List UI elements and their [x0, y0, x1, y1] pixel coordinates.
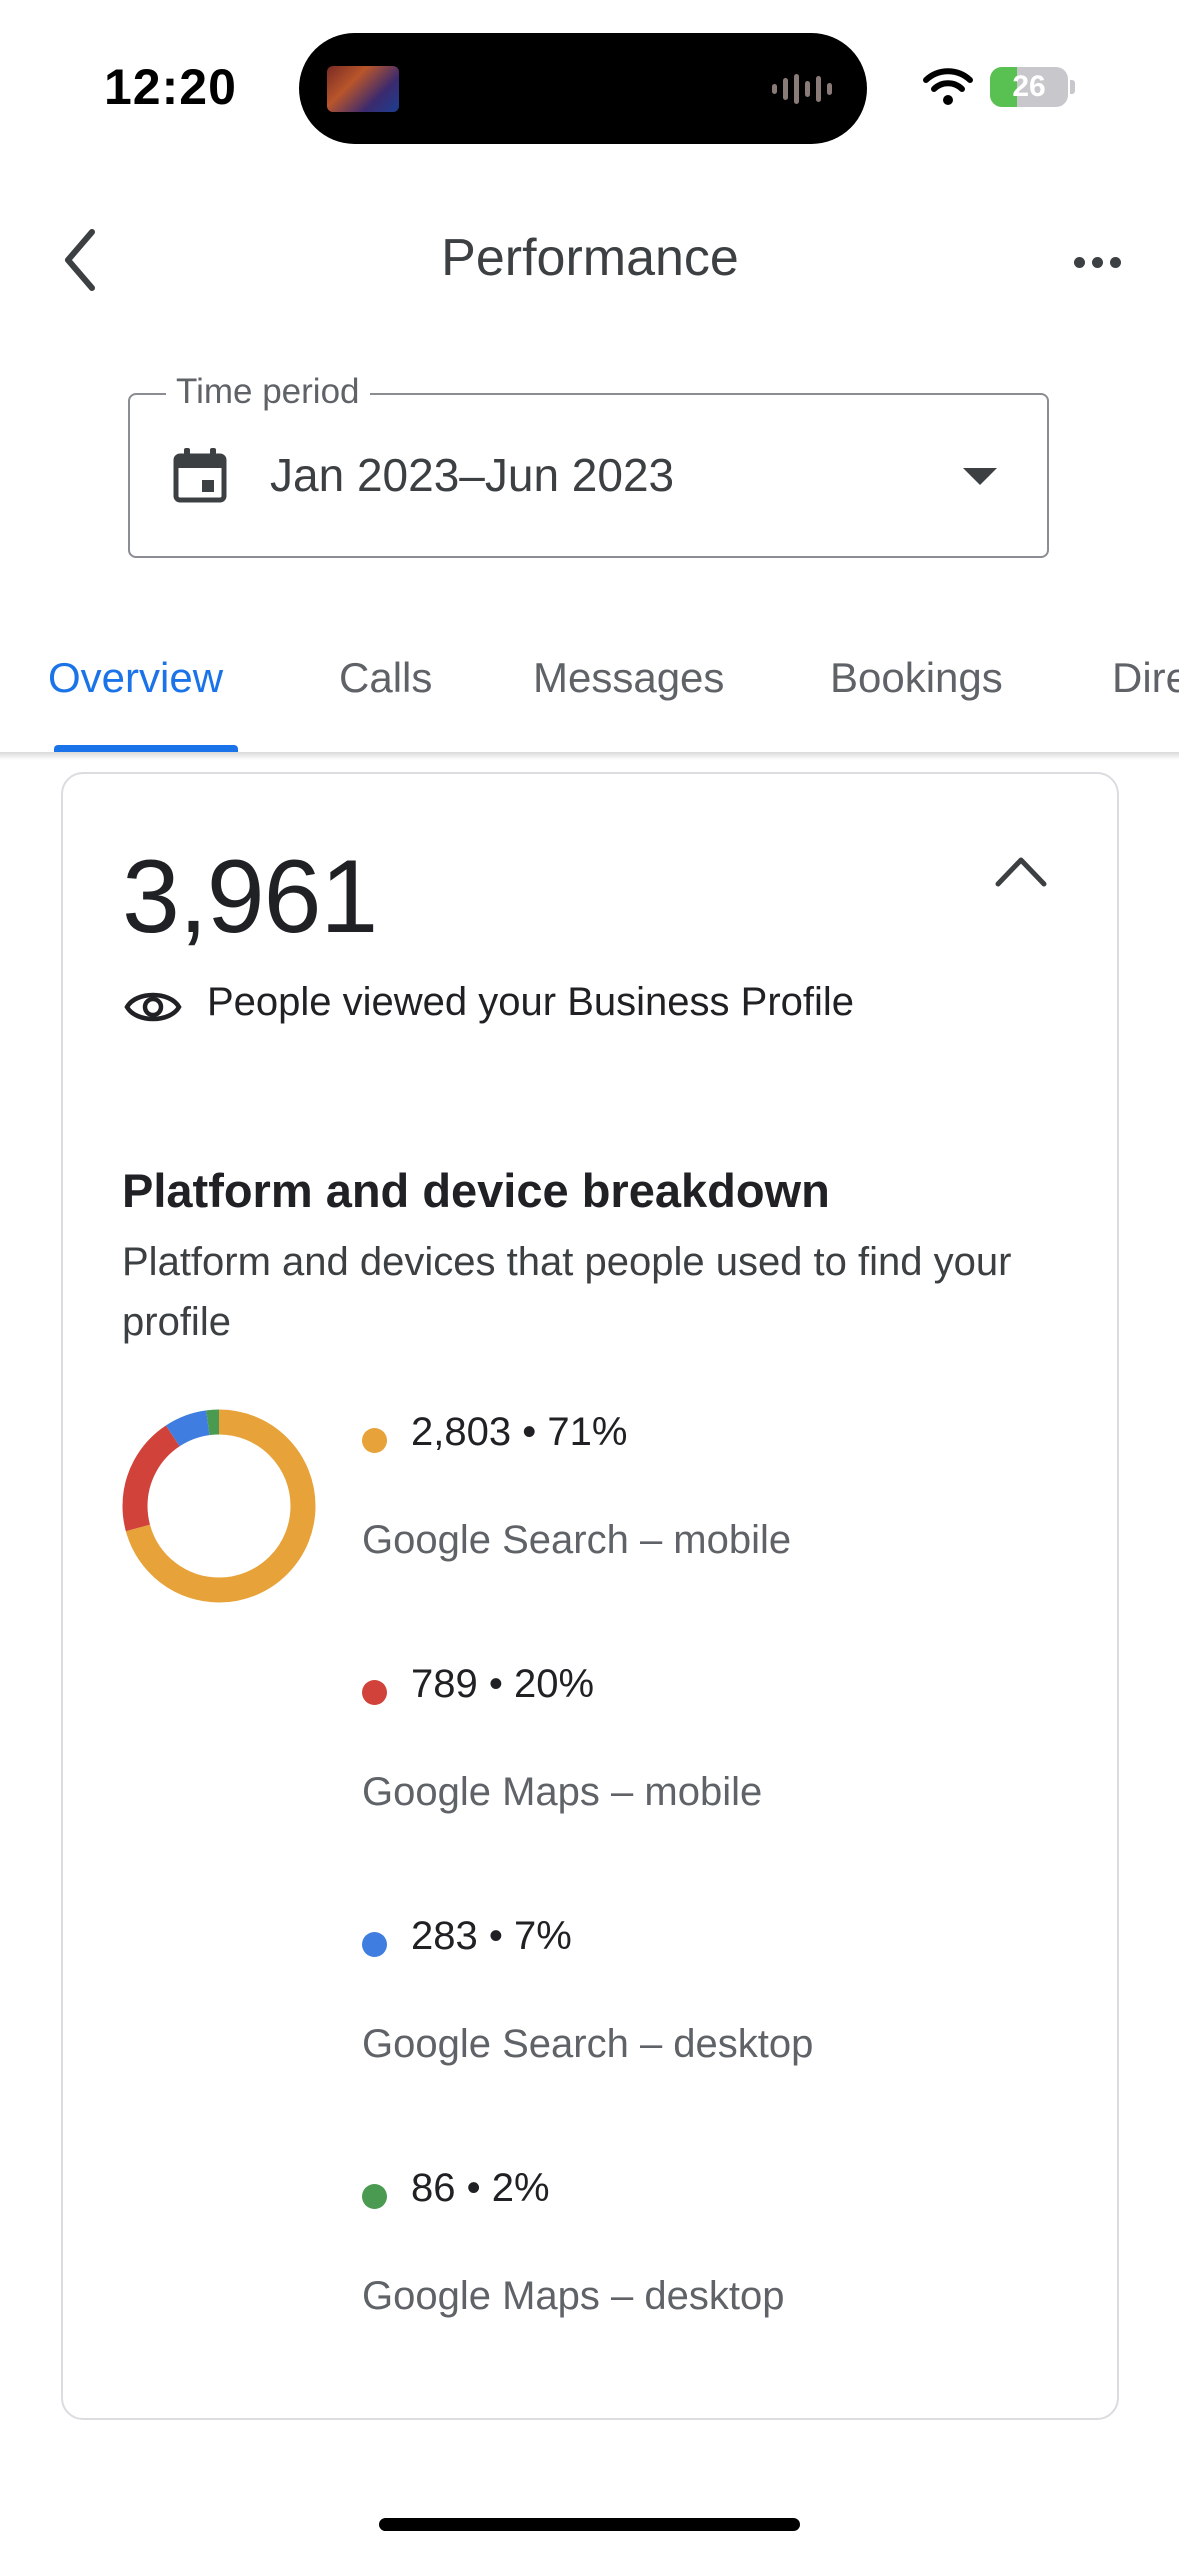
breakdown-subtitle: Platform and devices that people used to… — [122, 1240, 1012, 1344]
time-period-value: Jan 2023–Jun 2023 — [270, 449, 675, 501]
page-title: Performance — [441, 229, 739, 287]
legend-dot — [362, 2184, 387, 2209]
chevron-left-icon[interactable] — [52, 222, 122, 302]
legend-label: Google Maps – mobile — [362, 1770, 763, 1814]
tab-messages[interactable]: Messages — [533, 654, 724, 702]
legend-item: 789 • 20% Google Maps – mobile — [0, 1662, 1179, 1862]
tab-bar-shadow — [0, 752, 1179, 760]
legend-dot — [362, 1680, 387, 1705]
legend-item: 86 • 2% Google Maps – desktop — [0, 2166, 1179, 2366]
tab-overview[interactable]: Overview — [48, 654, 223, 702]
views-caption: People viewed your Business Profile — [207, 980, 855, 1024]
legend-label: Google Search – desktop — [362, 2022, 814, 2066]
tab-bookings[interactable]: Bookings — [830, 654, 1003, 702]
wifi-icon — [923, 68, 973, 105]
audio-wave-icon — [772, 72, 832, 106]
tab-directions[interactable]: Dire — [1112, 654, 1179, 702]
live-activity-thumbnail — [327, 66, 399, 112]
battery-icon: 26 — [990, 67, 1068, 107]
tab-calls[interactable]: Calls — [339, 654, 432, 702]
legend-dot — [362, 1932, 387, 1957]
battery-level: 26 — [1012, 70, 1046, 103]
legend-label: Google Maps – desktop — [362, 2274, 785, 2318]
status-time: 12:20 — [104, 59, 237, 115]
home-indicator — [379, 2518, 800, 2531]
arrow-drop-down-icon[interactable] — [963, 468, 997, 485]
legend-label: Google Search – mobile — [362, 1518, 792, 1562]
breakdown-title: Platform and device breakdown — [122, 1164, 830, 1217]
eye-icon — [124, 992, 182, 1022]
legend-item: 2,803 • 71% Google Search – mobile — [0, 1410, 1179, 1610]
tab-bar: Overview Calls Messages Bookings Dire — [0, 608, 1179, 756]
views-count: 3,961 — [122, 839, 378, 955]
legend-value: 283 • 7% — [411, 1914, 572, 1958]
chevron-up-icon[interactable] — [990, 846, 1052, 896]
time-period-label: Time period — [166, 372, 370, 412]
legend-value: 86 • 2% — [411, 2166, 550, 2210]
battery-cap — [1070, 80, 1075, 94]
legend-dot — [362, 1428, 387, 1453]
legend-item: 283 • 7% Google Search – desktop — [0, 1914, 1179, 2114]
legend-value: 2,803 • 71% — [411, 1410, 628, 1454]
calendar-icon — [173, 448, 227, 503]
more-horizontal-icon[interactable] — [1060, 240, 1134, 284]
legend-value: 789 • 20% — [411, 1662, 595, 1706]
